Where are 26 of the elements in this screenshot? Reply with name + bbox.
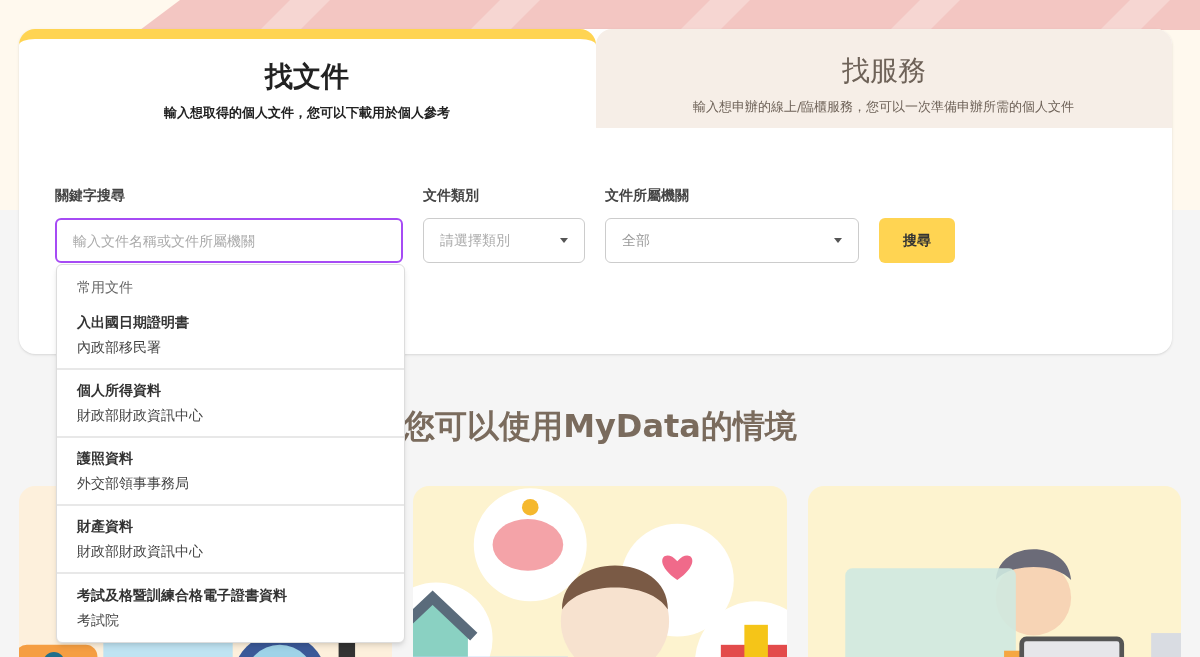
document-agency: 內政部移民署 — [77, 338, 162, 357]
document-title: 入出國日期證明書 — [77, 313, 190, 332]
keyword-search-field[interactable]: 輸入文件名稱或文件所屬機關 — [55, 218, 403, 263]
field-label: 關鍵字搜尋 — [55, 186, 126, 205]
suggestion-item[interactable]: 財產資料 財政部財政資訊中心 — [57, 506, 404, 574]
search-button[interactable]: 搜尋 — [879, 218, 955, 263]
caret-icon — [560, 238, 568, 243]
search-tab[interactable]: 找服務 輸入想申辦的線上/臨櫃服務，您可以一次準備申辦所需的個人文件 — [595, 29, 1172, 128]
suggestion-item[interactable]: 個人所得資料 財政部財政資訊中心 — [57, 370, 404, 438]
field-label: 文件所屬機關 — [605, 186, 690, 205]
document-title: 財產資料 — [77, 517, 134, 536]
suggestion-item[interactable]: 入出國日期證明書 內政部移民署 — [57, 302, 404, 370]
search-tab[interactable]: 找文件 輸入想取得的個人文件，您可以下載用於個人參考 — [19, 29, 596, 128]
field-label: 文件類別 — [423, 186, 480, 205]
document-agency: 財政部財政資訊中心 — [77, 542, 204, 561]
caret-icon — [834, 238, 842, 243]
suggestion-item[interactable]: 護照資料 外交部領事事務局 — [57, 438, 404, 506]
document-agency: 財政部財政資訊中心 — [77, 406, 204, 425]
document-title: 個人所得資料 — [77, 381, 162, 400]
suggestion-item[interactable]: 考試及格暨訓練合格電子證書資料 考試院 — [57, 574, 404, 642]
document-agency: 外交部領事事務局 — [77, 474, 190, 493]
dropdown-heading: 常用文件 — [76, 278, 134, 297]
document-title: 護照資料 — [77, 449, 134, 468]
document-agency: 考試院 — [77, 611, 120, 630]
document-title: 考試及格暨訓練合格電子證書資料 — [77, 586, 288, 605]
section-heading: 您可以使用MyData的情境 — [403, 406, 797, 446]
